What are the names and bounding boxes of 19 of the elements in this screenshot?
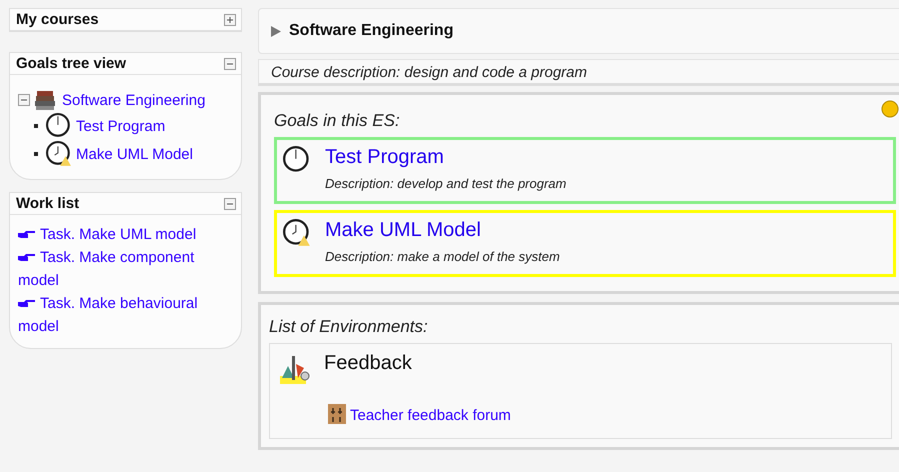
task-link[interactable]: Task. Make UML model <box>18 223 233 246</box>
block-title: My courses <box>16 11 99 28</box>
tree-item[interactable]: Software Engineering <box>62 92 206 108</box>
goal-link[interactable]: Make UML Model <box>325 219 560 242</box>
section-heading: List of Environments: <box>269 317 429 337</box>
block-title: Goals tree view <box>16 55 126 72</box>
forum-link[interactable]: Teacher feedback forum <box>350 407 511 424</box>
task-link[interactable]: Task. Make behavioural model <box>18 292 233 338</box>
tree-item[interactable]: Make UML Model <box>76 146 193 162</box>
goal-link[interactable]: Test Program <box>325 146 566 169</box>
section-heading: Goals in this ES: <box>274 111 401 131</box>
course-title: Software Engineering <box>289 22 454 40</box>
tree-item[interactable]: Test Program <box>76 118 166 134</box>
goal-description: Description: make a model of the system <box>325 249 560 264</box>
environment-title: Feedback <box>324 352 412 375</box>
task-link[interactable]: Task. Make component model <box>18 246 233 292</box>
block-title: Work list <box>16 195 80 212</box>
course-description: Course description: design and code a program <box>258 59 899 86</box>
goal-description: Description: develop and test the program <box>325 176 566 191</box>
